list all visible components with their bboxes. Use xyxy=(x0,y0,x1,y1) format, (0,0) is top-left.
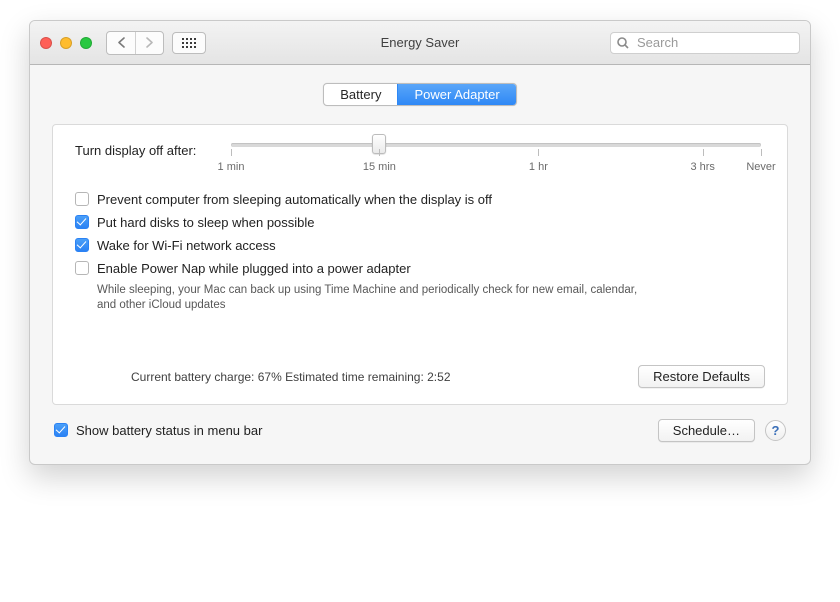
tab-battery[interactable]: Battery xyxy=(324,84,397,105)
checkbox-prevent-sleep[interactable] xyxy=(75,192,89,206)
label-power-nap: Enable Power Nap while plugged into a po… xyxy=(97,260,411,277)
footer-right: Schedule… ? xyxy=(658,419,786,442)
option-prevent-sleep[interactable]: Prevent computer from sleeping automatic… xyxy=(75,191,765,208)
slider-ticks xyxy=(231,149,761,161)
close-window-button[interactable] xyxy=(40,37,52,49)
search-input[interactable] xyxy=(610,32,800,54)
option-wake-wifi[interactable]: Wake for Wi-Fi network access xyxy=(75,237,765,254)
search-wrap xyxy=(610,32,800,54)
zoom-window-button[interactable] xyxy=(80,37,92,49)
display-off-row: Turn display off after: xyxy=(75,143,765,177)
help-button[interactable]: ? xyxy=(765,420,786,441)
traffic-lights xyxy=(40,37,92,49)
option-hard-disks[interactable]: Put hard disks to sleep when possible xyxy=(75,214,765,231)
display-off-slider[interactable] xyxy=(231,143,761,147)
minimize-window-button[interactable] xyxy=(60,37,72,49)
options-list: Prevent computer from sleeping automatic… xyxy=(75,191,765,313)
label-wake-wifi: Wake for Wi-Fi network access xyxy=(97,237,276,254)
tick-never: Never xyxy=(746,161,775,173)
schedule-button[interactable]: Schedule… xyxy=(658,419,755,442)
restore-defaults-button[interactable]: Restore Defaults xyxy=(638,365,765,388)
show-all-button[interactable] xyxy=(172,32,206,54)
checkbox-wake-wifi[interactable] xyxy=(75,238,89,252)
content: Battery Power Adapter Turn display off a… xyxy=(30,65,810,464)
checkbox-show-battery[interactable] xyxy=(54,423,68,437)
checkbox-hard-disks[interactable] xyxy=(75,215,89,229)
tick-15min: 15 min xyxy=(363,161,396,173)
option-show-battery-menubar[interactable]: Show battery status in menu bar xyxy=(54,422,262,439)
tick-1min: 1 min xyxy=(218,161,245,173)
search-icon xyxy=(617,37,629,49)
settings-panel: Turn display off after: xyxy=(52,124,788,405)
forward-button[interactable] xyxy=(135,32,163,54)
toolbar: Energy Saver xyxy=(30,21,810,65)
slider-tick-labels: 1 min 15 min 1 hr 3 hrs Never xyxy=(231,161,761,177)
option-power-nap[interactable]: Enable Power Nap while plugged into a po… xyxy=(75,260,765,277)
footer: Show battery status in menu bar Schedule… xyxy=(52,419,788,442)
footer-left: Show battery status in menu bar xyxy=(54,422,262,439)
tick-1hr: 1 hr xyxy=(529,161,548,173)
tab-segmented: Battery Power Adapter xyxy=(52,83,788,106)
display-off-label: Turn display off after: xyxy=(75,143,231,158)
back-button[interactable] xyxy=(107,32,135,54)
label-show-battery: Show battery status in menu bar xyxy=(76,422,262,439)
tab-power-adapter[interactable]: Power Adapter xyxy=(397,84,515,105)
status-row: Current battery charge: 67% Estimated ti… xyxy=(75,365,765,388)
label-hard-disks: Put hard disks to sleep when possible xyxy=(97,214,315,231)
power-nap-description: While sleeping, your Mac can back up usi… xyxy=(97,283,657,313)
label-prevent-sleep: Prevent computer from sleeping automatic… xyxy=(97,191,492,208)
tick-3hrs: 3 hrs xyxy=(690,161,714,173)
grid-icon xyxy=(182,38,196,48)
prefs-window: Energy Saver Battery Power Adapter Turn … xyxy=(29,20,811,465)
battery-status-text: Current battery charge: 67% Estimated ti… xyxy=(75,370,451,384)
checkbox-power-nap[interactable] xyxy=(75,261,89,275)
nav-back-forward xyxy=(106,31,164,55)
